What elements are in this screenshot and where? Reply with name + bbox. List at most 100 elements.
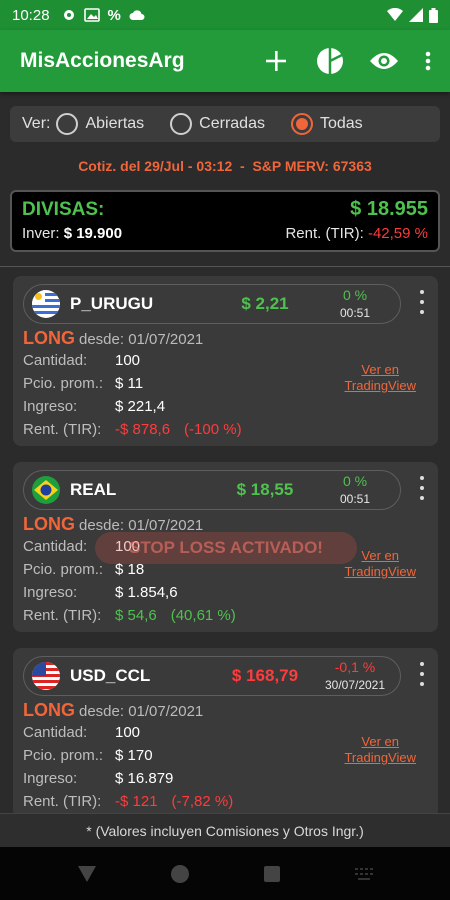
inver-value: $ 19.900 (63, 225, 123, 242)
card-menu-button[interactable] (416, 476, 428, 500)
flag (32, 476, 60, 504)
ingreso-label: Ingreso: (23, 584, 78, 601)
flag (32, 662, 60, 690)
filter-option-label: Cerradas (199, 115, 265, 132)
pie-chart-button[interactable] (314, 45, 346, 77)
quote-line: Cotiz. del 29/Jul - 03:12 - S&P MERV: 67… (78, 158, 372, 174)
app-title: MisAccionesArg (20, 49, 185, 72)
tv-line2: TradingView (344, 750, 416, 765)
tv-line2: TradingView (344, 378, 416, 393)
status-bar: 10:28 % (0, 0, 450, 30)
rent-label: Rent. (TIR): (23, 793, 102, 810)
footer-note: * (Valores incluyen Comisiones y Otros I… (0, 813, 450, 847)
app-bar: MisAccionesArg (0, 30, 450, 92)
ingreso-label: Ingreso: (23, 770, 78, 787)
dot (420, 496, 424, 500)
ticker-symbol: P_URUGU (70, 294, 154, 313)
stop-loss-banner: STOP LOSS ACTIVADO! (95, 532, 357, 564)
pcio-value: $ 11 (115, 375, 144, 392)
home-icon[interactable] (170, 864, 190, 884)
uruguay-flag-icon (32, 290, 60, 318)
percent-icon: % (107, 6, 121, 24)
back-icon[interactable] (77, 865, 97, 883)
dot (420, 476, 424, 480)
quote-time: 00:51 (339, 492, 371, 506)
rent-amount: -$ 121 (115, 793, 158, 810)
long-label: LONG (23, 514, 75, 534)
filter-label: Ver: (22, 115, 51, 132)
ingreso-label: Ingreso: (23, 398, 78, 415)
keyboard-icon[interactable] (354, 866, 374, 882)
ticker-price: $ 168,79 (231, 666, 299, 685)
wifi-icon (387, 8, 403, 21)
flag (32, 290, 60, 318)
ticker-change: 0 % 00:51 (320, 286, 390, 322)
dot (420, 672, 424, 676)
status-time: 10:28 (12, 6, 50, 24)
long-label: LONG (23, 700, 75, 720)
view-filter: Ver: Abiertas Cerradas Todas (10, 106, 440, 142)
divisas-title: DIVISAS: (22, 198, 105, 220)
overflow-menu-button[interactable] (422, 45, 434, 77)
rent-label: Rent. (TIR): (23, 421, 102, 438)
eye-icon (370, 53, 398, 69)
position-card[interactable]: REAL $ 18,55 0 % 00:51 LONG desde: 01/07/2021… (13, 462, 438, 632)
dot (420, 682, 424, 686)
radio-abiertas[interactable] (56, 113, 79, 135)
tv-line1: Ver en (361, 734, 400, 749)
card-menu-button[interactable] (416, 290, 428, 314)
usa-flag-icon (32, 662, 60, 690)
visibility-button[interactable] (368, 45, 400, 77)
filter-option-abiertas[interactable]: Abiertas (56, 113, 144, 135)
more-vert-icon (425, 51, 431, 71)
ticker-price: $ 18,55 (236, 480, 294, 499)
cantidad-value: 100 (115, 724, 141, 741)
change-percent: 0 % (342, 473, 368, 489)
ticker-pill[interactable]: REAL $ 18,55 0 % 00:51 (23, 470, 401, 510)
position-type: LONG desde: 01/07/2021 (23, 328, 430, 349)
quote-time: 00:51 (339, 306, 371, 320)
filter-option-todas[interactable]: Todas (290, 113, 363, 135)
rent-percent: (40,61 %) (170, 607, 236, 624)
dot (420, 300, 424, 304)
filter-option-cerradas[interactable]: Cerradas (170, 113, 265, 135)
add-button[interactable] (260, 45, 292, 77)
tradingview-link[interactable]: Ver en TradingView (344, 362, 416, 394)
rent-percent: (-100 %) (184, 421, 242, 438)
divisas-value: $ 18.955 (350, 198, 428, 220)
dot (420, 290, 424, 294)
radio-cerradas[interactable] (170, 113, 193, 135)
ticker-change: -0,1 % 30/07/2021 (320, 658, 390, 694)
pcio-label: Pcio. prom.: (23, 375, 104, 392)
gear-icon (63, 10, 74, 20)
signal-icon (409, 8, 423, 22)
recents-icon[interactable] (263, 865, 281, 883)
card-menu-button[interactable] (416, 662, 428, 686)
rent-amount: $ 54,6 (115, 607, 157, 624)
pie-chart-icon (317, 48, 343, 74)
radio-todas[interactable] (290, 113, 313, 135)
pcio-value: $ 170 (115, 747, 153, 764)
divisas-summary[interactable]: DIVISAS: $ 18.955 Inver: $ 19.900 Rent. … (10, 190, 440, 252)
position-card[interactable]: P_URUGU $ 2,21 0 % 00:51 LONG desde: 01/07/20… (13, 276, 438, 446)
change-percent: 0 % (342, 287, 368, 303)
battery-icon (429, 7, 438, 23)
rent-label: Rent. (TIR): (285, 225, 364, 242)
dot (420, 486, 424, 490)
ticker-change: 0 % 00:51 (320, 472, 390, 508)
pcio-label: Pcio. prom.: (23, 747, 104, 764)
rent-value: -$ 121 (-7,82 %) (115, 790, 233, 813)
rent-percent: (-7,82 %) (171, 793, 234, 810)
cantidad-value: 100 (115, 352, 141, 369)
rent-label: Rent. (TIR): (23, 607, 102, 624)
ticker-pill[interactable]: USD_CCL $ 168,79 -0,1 % 30/07/2021 (23, 656, 401, 696)
dot (420, 310, 424, 314)
ticker-pill[interactable]: P_URUGU $ 2,21 0 % 00:51 (23, 284, 401, 324)
ticker-symbol: REAL (70, 480, 117, 499)
quote-time: 30/07/2021 (324, 678, 386, 692)
ingreso-value: $ 221,4 (115, 398, 166, 415)
position-card[interactable]: USD_CCL $ 168,79 -0,1 % 30/07/2021 LONG desde… (13, 648, 438, 818)
brazil-flag-icon (32, 476, 60, 504)
tradingview-link[interactable]: Ver en TradingView (344, 734, 416, 766)
tv-line2: TradingView (344, 564, 416, 579)
